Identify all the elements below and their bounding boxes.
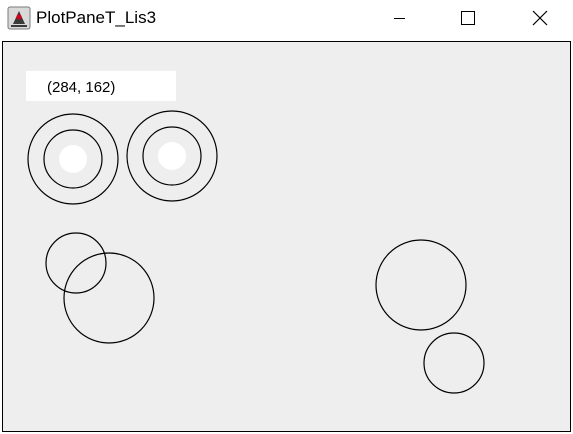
minimize-icon: [394, 18, 405, 19]
close-icon: [532, 10, 548, 26]
plot-dot: [59, 145, 87, 173]
coordinate-readout-box: (284, 162): [26, 71, 176, 101]
java-duke-icon[interactable]: [7, 6, 31, 30]
coordinate-readout: (284, 162): [47, 79, 116, 96]
close-button[interactable]: [516, 0, 562, 36]
plot-circle: [45, 232, 107, 294]
maximize-icon: [461, 11, 475, 25]
plot-circle: [63, 252, 155, 344]
app-window: PlotPaneT_Lis3 (284, 162): [0, 0, 573, 434]
window-title: PlotPaneT_Lis3: [36, 8, 157, 27]
plot-dot: [158, 142, 186, 170]
minimize-button[interactable]: [376, 0, 422, 36]
title-bar[interactable]: PlotPaneT_Lis3: [0, 0, 573, 39]
maximize-button[interactable]: [445, 0, 491, 36]
plot-circle: [375, 239, 467, 331]
plot-circle: [423, 332, 485, 394]
plot-pane[interactable]: (284, 162): [2, 41, 571, 432]
